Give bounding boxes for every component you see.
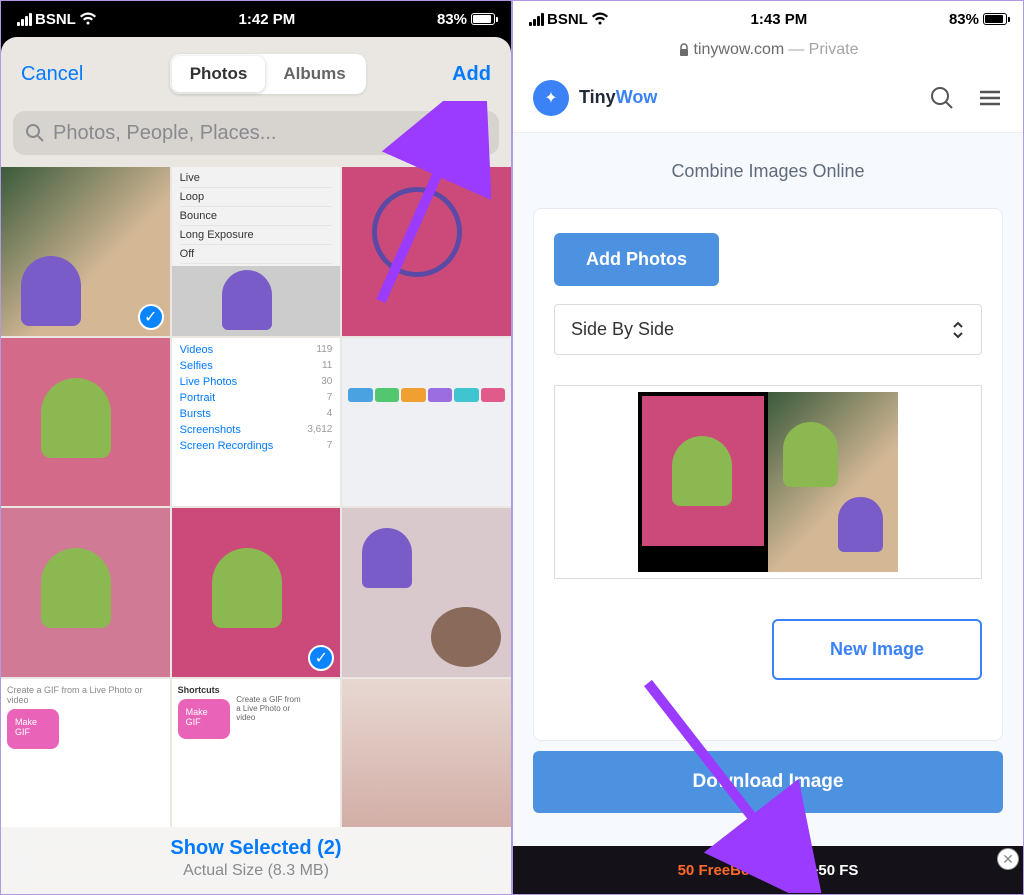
photo-thumb[interactable]: Videos119 Selfies11 Live Photos30 Portra… xyxy=(172,338,341,507)
clock-time: 1:42 PM xyxy=(239,11,296,28)
add-photos-button[interactable]: Add Photos xyxy=(554,233,719,286)
photo-thumb[interactable] xyxy=(342,508,511,677)
preview-box xyxy=(554,385,982,579)
cancel-button[interactable]: Cancel xyxy=(21,63,83,86)
battery-pct: 83% xyxy=(949,11,979,28)
wifi-icon xyxy=(79,12,97,26)
photo-thumb[interactable] xyxy=(342,167,511,336)
hamburger-menu-icon[interactable] xyxy=(977,85,1003,111)
main-card: Add Photos Side By Side New Image xyxy=(533,208,1003,741)
carrier-label: BSNL xyxy=(35,11,76,28)
signal-icon xyxy=(529,13,544,26)
carrier-label: BSNL xyxy=(547,11,588,28)
new-image-button[interactable]: New Image xyxy=(772,619,982,680)
signal-icon xyxy=(17,13,32,26)
selected-check-icon: ✓ xyxy=(308,645,334,671)
page-subtitle: Combine Images Online xyxy=(513,161,1023,182)
ad-close-icon[interactable]: ✕ xyxy=(997,848,1019,870)
photo-thumb[interactable] xyxy=(342,338,511,507)
photo-thumb[interactable]: Create a GIF from a Live Photo or video … xyxy=(1,679,170,827)
actual-size-label: Actual Size (8.3 MB) xyxy=(1,862,511,880)
ad-banner[interactable]: 50 FreeBet Aviator +50 FS xyxy=(513,846,1023,894)
photo-thumb[interactable] xyxy=(1,508,170,677)
photo-picker-sheet: Cancel Photos Albums Add Photos, People,… xyxy=(1,37,511,894)
photo-thumb[interactable]: Shortcuts Make GIF Create a GIF from a L… xyxy=(172,679,341,827)
download-image-button[interactable]: Download Image xyxy=(533,751,1003,813)
status-bar: BSNL 1:43 PM 83% xyxy=(513,1,1023,37)
battery-pct: 83% xyxy=(437,11,467,28)
search-icon[interactable] xyxy=(929,85,955,111)
photo-grid: ✓ LiveLoopBounceLong ExposureOff Videos1… xyxy=(1,167,511,827)
photo-thumb[interactable] xyxy=(342,679,511,827)
brand[interactable]: ✦ TinyWow xyxy=(533,80,657,116)
photo-thumb[interactable]: LiveLoopBounceLong ExposureOff xyxy=(172,167,341,336)
clock-time: 1:43 PM xyxy=(751,11,808,28)
url-suffix: — Private xyxy=(788,41,858,59)
search-icon xyxy=(25,123,45,143)
right-screenshot: BSNL 1:43 PM 83% tinywow.com — Private ✦… xyxy=(512,0,1024,895)
preview-thumb xyxy=(768,392,898,572)
search-input[interactable]: Photos, People, Places... xyxy=(13,111,499,155)
url-bar[interactable]: tinywow.com — Private xyxy=(513,37,1023,63)
wifi-icon xyxy=(591,12,609,26)
photo-thumb[interactable]: ✓ xyxy=(1,167,170,336)
photo-thumb[interactable] xyxy=(1,338,170,507)
bottom-bar: Show Selected (2) Actual Size (8.3 MB) xyxy=(1,827,511,894)
battery-icon xyxy=(983,13,1007,25)
photos-albums-segmented[interactable]: Photos Albums xyxy=(170,54,366,94)
lock-icon xyxy=(678,43,690,57)
brand-logo-icon: ✦ xyxy=(533,80,569,116)
select-value: Side By Side xyxy=(571,319,674,340)
url-host: tinywow.com xyxy=(694,41,785,59)
left-screenshot: BSNL 1:42 PM 83% Cancel Photos Albums Ad… xyxy=(0,0,512,895)
app-header: ✦ TinyWow xyxy=(513,63,1023,133)
preview-thumb xyxy=(638,392,768,572)
tab-albums[interactable]: Albums xyxy=(265,56,363,92)
show-selected-button[interactable]: Show Selected (2) xyxy=(1,837,511,860)
battery-icon xyxy=(471,13,495,25)
chevron-updown-icon xyxy=(951,321,965,339)
status-bar: BSNL 1:42 PM 83% xyxy=(1,1,511,37)
tab-photos[interactable]: Photos xyxy=(172,56,266,92)
layout-select[interactable]: Side By Side xyxy=(554,304,982,355)
selected-check-icon: ✓ xyxy=(138,304,164,330)
add-button[interactable]: Add xyxy=(452,63,491,86)
search-placeholder: Photos, People, Places... xyxy=(53,122,276,145)
photo-thumb[interactable]: ✓ xyxy=(172,508,341,677)
